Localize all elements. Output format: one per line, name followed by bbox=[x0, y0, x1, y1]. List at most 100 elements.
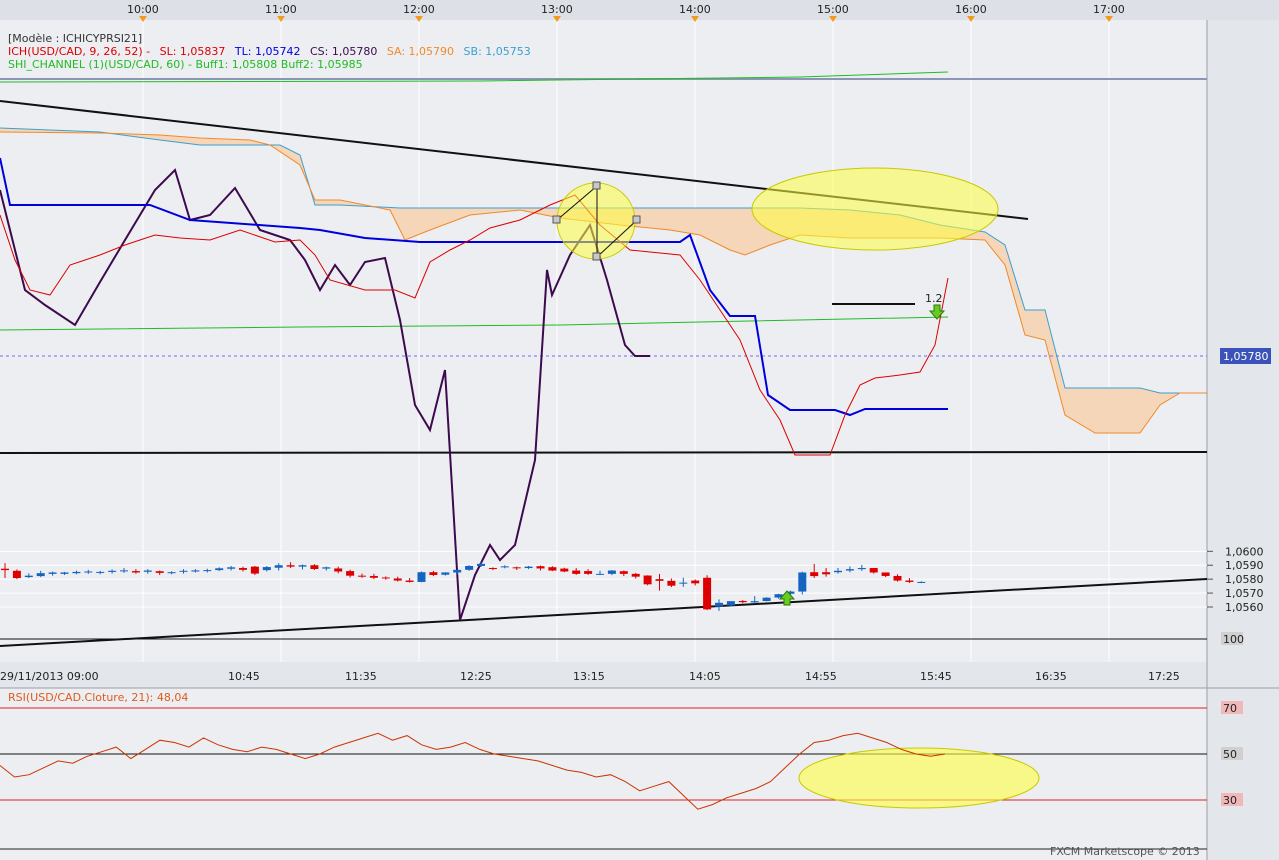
rsi-level-label: 100 bbox=[1223, 633, 1244, 646]
price-tick-label: 1,0600 bbox=[1225, 545, 1264, 558]
candle-body bbox=[203, 570, 212, 572]
candle-body bbox=[560, 568, 569, 572]
candle-body bbox=[738, 601, 747, 603]
candle-body bbox=[726, 601, 735, 606]
price-chart[interactable]: 10:00 11:00 12:00 13:00 14:00 15:00 16:00 17:00… bbox=[0, 0, 1279, 860]
highlight-ellipse-large bbox=[751, 167, 999, 251]
price-tick-label: 1,0570 bbox=[1225, 587, 1264, 600]
candle-body bbox=[465, 565, 474, 570]
rsi-level-label: 30 bbox=[1223, 794, 1237, 807]
top-time-label: 12:00 bbox=[403, 3, 435, 16]
x-axis-strip bbox=[0, 662, 1279, 688]
legend-sl: SL: 1,05837 bbox=[160, 45, 226, 58]
legend-shi-channel: SHI_CHANNEL (1)(USD/CAD, 60) - Buff1: 1,… bbox=[8, 58, 363, 71]
candle-body bbox=[703, 577, 712, 610]
candle-body bbox=[798, 572, 807, 592]
legend-ich-name: ICH(USD/CAD, 9, 26, 52) - bbox=[8, 45, 150, 58]
candle-body bbox=[155, 571, 164, 573]
candle-body bbox=[1, 568, 9, 571]
candle-body bbox=[619, 571, 628, 574]
candle-body bbox=[286, 565, 295, 567]
candle-body bbox=[96, 571, 105, 573]
last-price-label: 1,05780 bbox=[1223, 350, 1269, 363]
candle bbox=[703, 575, 712, 611]
candle-body bbox=[298, 565, 307, 567]
candle-body bbox=[393, 578, 402, 581]
candle-body bbox=[643, 575, 652, 585]
candle-body bbox=[548, 567, 557, 571]
candle-body bbox=[131, 571, 140, 573]
x-tick-label: 14:05 bbox=[689, 670, 721, 683]
x-tick-label: 15:45 bbox=[920, 670, 952, 683]
candle-body bbox=[227, 567, 236, 569]
candle-body bbox=[691, 580, 700, 584]
candle-body bbox=[572, 570, 581, 574]
top-time-label: 10:00 bbox=[127, 3, 159, 16]
candle-body bbox=[250, 566, 259, 574]
candle-body bbox=[881, 572, 890, 576]
candle-body bbox=[631, 573, 640, 577]
candle-body bbox=[917, 581, 926, 583]
candle-body bbox=[441, 572, 450, 575]
candle-body bbox=[369, 575, 378, 578]
candle-body bbox=[239, 568, 247, 570]
x-tick-label: 29/11/2013 09:00 bbox=[0, 670, 99, 683]
candle-body bbox=[143, 570, 152, 572]
x-tick-label: 10:45 bbox=[228, 670, 260, 683]
candle-body bbox=[48, 572, 57, 574]
candle-body bbox=[679, 582, 688, 584]
candle bbox=[643, 575, 652, 586]
top-time-label: 13:00 bbox=[541, 3, 573, 16]
candle-body bbox=[453, 569, 462, 573]
candle bbox=[417, 571, 426, 583]
candle-body bbox=[72, 571, 81, 574]
candle-body bbox=[417, 572, 426, 582]
pattern-marker-3 bbox=[592, 252, 601, 261]
candle-body bbox=[810, 572, 819, 577]
top-time-label: 17:00 bbox=[1093, 3, 1125, 16]
candle-body bbox=[893, 575, 902, 581]
candle-body bbox=[715, 602, 723, 607]
candle-body bbox=[845, 569, 854, 571]
x-tick-label: 13:15 bbox=[573, 670, 605, 683]
ratio-annotation: 1.2 bbox=[925, 292, 943, 305]
candle-body bbox=[24, 575, 33, 578]
pattern-marker-1 bbox=[592, 181, 601, 190]
x-tick-label: 11:35 bbox=[345, 670, 377, 683]
candle-body bbox=[334, 568, 343, 572]
price-tick-label: 1,0590 bbox=[1225, 559, 1264, 572]
x-tick-label: 12:25 bbox=[460, 670, 492, 683]
candle-body bbox=[322, 567, 331, 569]
candle-body bbox=[869, 568, 878, 573]
candle-body bbox=[905, 580, 914, 582]
candle-body bbox=[12, 570, 21, 579]
candle bbox=[762, 597, 771, 602]
candle-body bbox=[762, 597, 771, 602]
candle-body bbox=[215, 568, 224, 571]
candle-body bbox=[179, 570, 188, 572]
x-tick-label: 16:35 bbox=[1035, 670, 1067, 683]
candle-body bbox=[36, 573, 45, 577]
legend-sb: SB: 1,05753 bbox=[464, 45, 531, 58]
top-time-label: 14:00 bbox=[679, 3, 711, 16]
highlight-ellipse-small bbox=[556, 182, 636, 260]
footer-credit: FXCM Marketscope © 2013 bbox=[1050, 845, 1200, 858]
top-time-label: 11:00 bbox=[265, 3, 297, 16]
candle-body bbox=[834, 570, 842, 573]
candle-body bbox=[274, 565, 283, 568]
rsi-level-label: 70 bbox=[1223, 702, 1237, 715]
candle-body bbox=[584, 571, 593, 574]
candle bbox=[12, 569, 21, 580]
candle-body bbox=[405, 580, 414, 582]
candle-body bbox=[500, 566, 509, 568]
candle-body bbox=[488, 568, 497, 570]
candle-body bbox=[310, 565, 319, 569]
price-tick-label: 1,0580 bbox=[1225, 573, 1264, 586]
candle-body bbox=[667, 580, 676, 586]
pattern-marker-2 bbox=[552, 215, 561, 224]
legend-model: [Modèle : ICHICYPRSI21] bbox=[8, 32, 142, 45]
candle-body bbox=[167, 572, 176, 574]
candle-body bbox=[120, 570, 128, 572]
candle bbox=[798, 571, 807, 595]
candle-body bbox=[429, 572, 438, 575]
